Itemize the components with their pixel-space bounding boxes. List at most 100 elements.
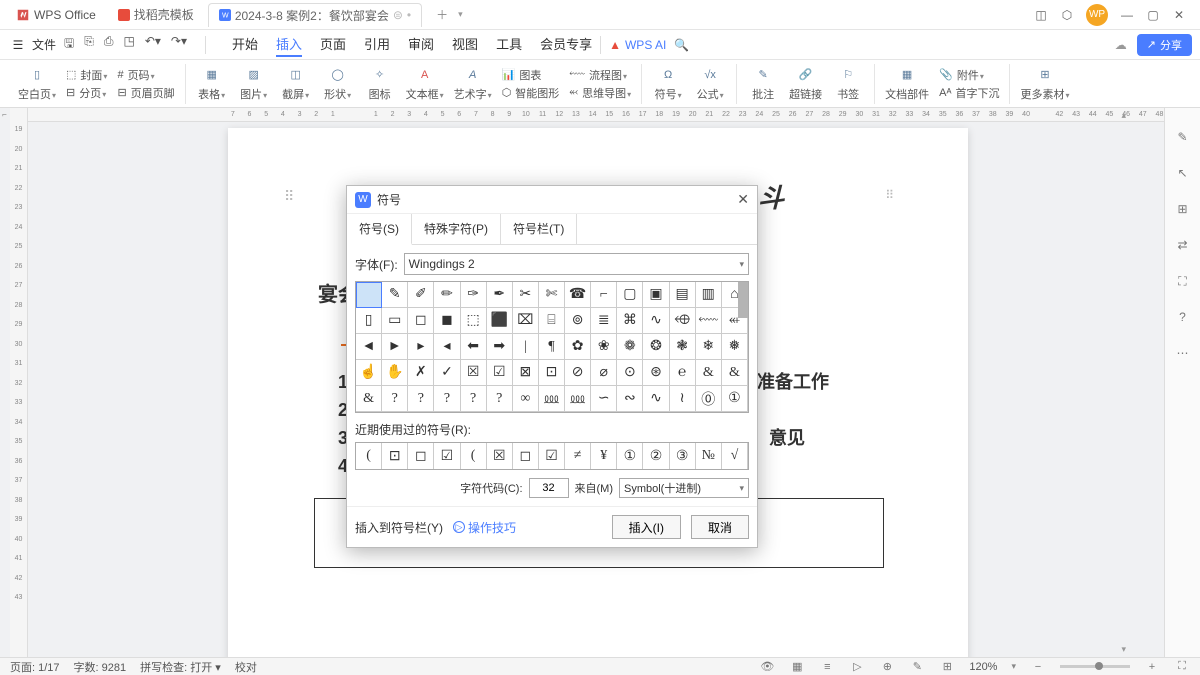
symbol-cell[interactable]: & — [356, 386, 382, 412]
symbol-cell[interactable]: ⊙ — [617, 360, 643, 386]
insert-to-bar-link[interactable]: 插入到符号栏(Y) — [355, 519, 443, 536]
textbox-button[interactable]: A文本框 — [406, 66, 444, 102]
recent-symbol-cell[interactable]: ≠ — [565, 443, 591, 469]
select-icon[interactable]: ↖ — [1174, 164, 1192, 182]
symbol-cell[interactable]: ☒ — [461, 360, 487, 386]
dialog-tab-special[interactable]: 特殊字符(P) — [412, 214, 501, 244]
symbol-cell[interactable]: ✎ — [382, 282, 408, 308]
symbol-cell[interactable]: ◂ — [434, 334, 460, 360]
tab-page[interactable]: 页面 — [320, 32, 346, 57]
symbol-cell[interactable]: ◻ — [408, 308, 434, 334]
grid-scrollbar-thumb[interactable] — [738, 282, 748, 318]
file-menu[interactable]: 文件 — [32, 36, 56, 53]
symbol-cell[interactable]: ⬚ — [461, 308, 487, 334]
recent-symbol-cell[interactable]: № — [696, 443, 722, 469]
page-number-button[interactable]: #页码 — [117, 67, 174, 83]
symbol-cell[interactable]: ⊚ — [565, 308, 591, 334]
layout-outline-icon[interactable]: ≡ — [819, 661, 835, 673]
symbol-cell[interactable]: ▭ — [382, 308, 408, 334]
tab-menu-caret[interactable]: ▾ — [458, 9, 463, 20]
symbol-cell[interactable]: ✂ — [513, 282, 539, 308]
search-icon[interactable]: 🔍 — [674, 38, 689, 52]
symbol-cell[interactable]: ? — [434, 386, 460, 412]
dialog-tab-symbol[interactable]: 符号(S) — [347, 214, 412, 245]
picture-button[interactable]: ▨图片 — [238, 66, 270, 102]
tools-icon[interactable]: ✎ — [909, 660, 925, 673]
target-icon[interactable]: ⊕ — [879, 660, 895, 673]
redo-icon[interactable]: ↷▾ — [171, 34, 187, 55]
symbol-cell[interactable]: ✋ — [382, 360, 408, 386]
symbol-cell[interactable]: ✒ — [487, 282, 513, 308]
cover-button[interactable]: ⬚封面 — [66, 67, 107, 83]
recent-symbol-cell[interactable]: ① — [617, 443, 643, 469]
symbol-cell[interactable]: ≀ — [670, 386, 696, 412]
screenshot-button[interactable]: ◫截屏 — [280, 66, 312, 102]
print-icon[interactable]: ⎙ — [104, 34, 114, 55]
symbol-cell[interactable] — [356, 282, 382, 308]
insert-button[interactable]: 插入(I) — [612, 515, 681, 539]
recent-symbol-cell[interactable]: ◻ — [513, 443, 539, 469]
table-button[interactable]: ▦表格 — [196, 66, 228, 102]
doc-handle-icon[interactable]: ⠿ — [885, 188, 894, 202]
symbol-cell[interactable]: | — [513, 334, 539, 360]
char-code-input[interactable] — [529, 478, 569, 498]
symbol-cell[interactable]: ⓪ — [696, 386, 722, 412]
symbol-cell[interactable]: ⬲ — [670, 308, 696, 334]
symbol-cell[interactable]: ▯ — [356, 308, 382, 334]
symbol-cell[interactable]: ▥ — [696, 282, 722, 308]
save-icon[interactable]: 🖫 — [64, 34, 74, 55]
tab-view[interactable]: 视图 — [452, 32, 478, 57]
wordart-button[interactable]: A艺术字 — [454, 66, 492, 102]
symbol-cell[interactable]: ❃ — [670, 334, 696, 360]
symbol-cell[interactable]: ∾ — [617, 386, 643, 412]
tab-template-store[interactable]: 找稻壳模板 — [108, 3, 204, 27]
symbol-cell[interactable]: ∞ — [513, 386, 539, 412]
flowchart-button[interactable]: ⬳流程图 — [569, 67, 631, 83]
symbol-cell[interactable]: ☎ — [565, 282, 591, 308]
equation-button[interactable]: √x公式 — [694, 66, 726, 102]
section-button[interactable]: ⊟分页 — [66, 85, 107, 101]
gift-icon[interactable]: ⊞ — [1174, 200, 1192, 218]
recent-symbol-cell[interactable]: √ — [722, 443, 748, 469]
undo-icon[interactable]: ↶▾ — [145, 34, 161, 55]
zoom-out-button[interactable]: − — [1030, 661, 1046, 673]
minimize-button[interactable]: ― — [1114, 2, 1140, 28]
scroll-down-icon[interactable]: ▾ — [1121, 644, 1126, 655]
layout-print-icon[interactable]: ▦ — [789, 660, 805, 673]
symbol-cell[interactable]: ❂ — [643, 334, 669, 360]
more-assets-button[interactable]: ⊞更多素材 — [1020, 66, 1069, 102]
close-button[interactable]: ✕ — [1166, 2, 1192, 28]
tab-tools[interactable]: 工具 — [496, 32, 522, 57]
symbol-cell[interactable]: ⬳ — [696, 308, 722, 334]
symbol-cell[interactable]: ? — [382, 386, 408, 412]
zoom-slider[interactable] — [1060, 665, 1130, 668]
header-footer-button[interactable]: ⊟页眉页脚 — [117, 85, 174, 101]
symbol-cell[interactable]: ✗ — [408, 360, 434, 386]
from-select[interactable]: Symbol(十进制) ▾ — [619, 478, 749, 498]
window-cube-icon[interactable]: ⬡ — [1054, 2, 1080, 28]
symbol-cell[interactable]: ➡ — [487, 334, 513, 360]
spell-check-status[interactable]: 拼写检查: 打开 ▾ — [140, 659, 221, 675]
symbol-cell[interactable]: ∿ — [643, 308, 669, 334]
recent-symbol-cell[interactable]: ⊡ — [382, 443, 408, 469]
tab-document-active[interactable]: W 2024-3-8 案例2：餐饮部宴会 ⊜ • — [208, 3, 422, 27]
smartart-button[interactable]: ⬡智能图形 — [502, 85, 560, 101]
bookmark-button[interactable]: ⚐书签 — [832, 66, 864, 102]
share-button[interactable]: ↗ 分享 — [1137, 34, 1192, 56]
maximize-button[interactable]: ▢ — [1140, 2, 1166, 28]
tab-member[interactable]: 会员专享 — [540, 32, 592, 57]
dialog-close-button[interactable]: ✕ — [737, 191, 749, 208]
horizontal-ruler[interactable]: 7654321 12345678910111213141516171819202… — [28, 108, 1164, 122]
attachment-button[interactable]: 📎附件 — [939, 67, 999, 83]
wps-ai-button[interactable]: ▲WPS AI — [609, 38, 666, 52]
symbol-cell[interactable]: ❄ — [696, 334, 722, 360]
symbol-cell[interactable]: ∿ — [643, 386, 669, 412]
symbol-cell[interactable]: ⅏ — [565, 386, 591, 412]
page-info[interactable]: 页面: 1/17 — [10, 659, 60, 675]
symbol-cell[interactable]: ? — [408, 386, 434, 412]
pencil-icon[interactable]: ✎ — [1174, 128, 1192, 146]
recent-symbol-cell[interactable]: ② — [643, 443, 669, 469]
symbol-cell[interactable]: ? — [461, 386, 487, 412]
symbol-cell[interactable]: ◼ — [434, 308, 460, 334]
symbol-cell[interactable]: ▸ — [408, 334, 434, 360]
